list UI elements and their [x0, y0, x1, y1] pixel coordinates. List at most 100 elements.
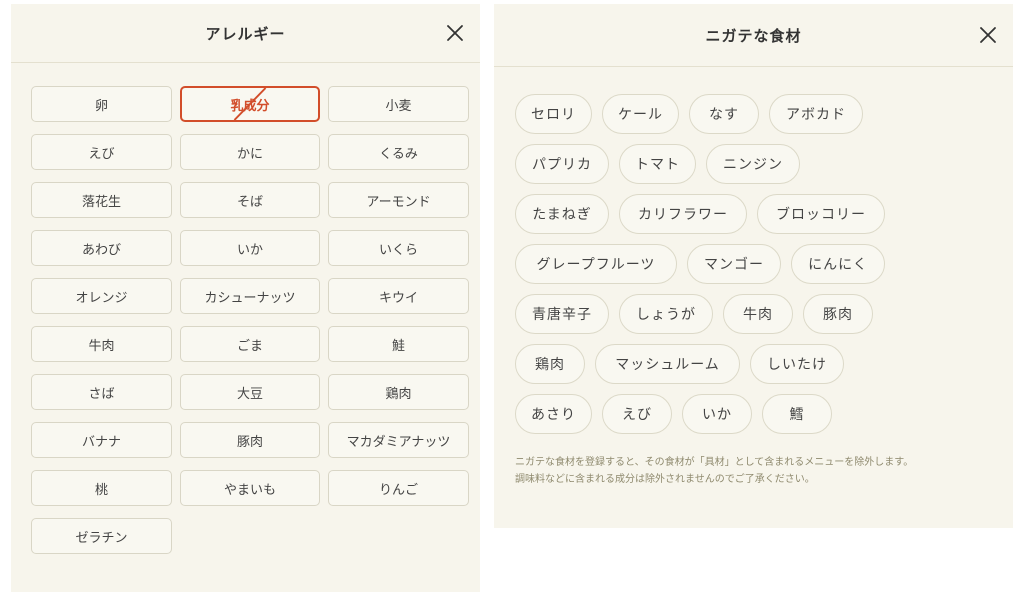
allergy-item-label: くるみ — [379, 146, 418, 162]
allergy-item[interactable]: 鮭 — [328, 326, 469, 362]
allergy-item[interactable]: 大豆 — [180, 374, 320, 410]
food-chip[interactable]: あさり — [515, 394, 592, 434]
food-chip[interactable]: ケール — [602, 94, 679, 134]
allergy-header: アレルギー — [11, 4, 480, 63]
food-chip[interactable]: マッシュルーム — [595, 344, 740, 384]
disliked-header: ニガテな食材 — [494, 4, 1013, 67]
allergy-item-label: 落花生 — [81, 194, 121, 210]
chip-row: たまねぎ カリフラワー ブロッコリー — [515, 194, 995, 234]
allergy-item[interactable]: やまいも — [180, 470, 320, 506]
allergy-item[interactable]: あわび — [31, 230, 172, 266]
allergy-item-label: 桃 — [94, 482, 108, 498]
allergy-item[interactable]: ごま — [180, 326, 320, 362]
allergy-item-label: りんご — [378, 482, 418, 498]
allergy-item[interactable]: かに — [180, 134, 320, 170]
allergy-item-label: やまいも — [223, 482, 276, 498]
food-chip[interactable]: えび — [602, 394, 672, 434]
allergy-item[interactable]: 牛肉 — [31, 326, 172, 362]
allergy-item[interactable]: アーモンド — [328, 182, 469, 218]
allergy-item-label: 卵 — [94, 98, 108, 114]
food-chip[interactable]: 青唐辛子 — [515, 294, 609, 334]
allergy-item-label: かに — [236, 146, 263, 162]
food-chip[interactable]: いか — [682, 394, 752, 434]
chip-row: 鶏肉 マッシュルーム しいたけ — [515, 344, 995, 384]
allergy-close-button[interactable] — [444, 22, 466, 44]
food-chip[interactable]: ニンジン — [706, 144, 800, 184]
allergy-item-label: いくら — [378, 242, 418, 258]
food-chip[interactable]: トマト — [619, 144, 696, 184]
allergy-item-label: バナナ — [81, 434, 121, 450]
allergy-item-label: さば — [88, 386, 115, 402]
note-line-1: ニガテな食材を登録すると、その食材が「具材」として含まれるメニューを除外します。 — [515, 457, 914, 468]
allergy-grid: 卵 乳成分 小麦えび かに くるみ落花生 そば アーモンドあわび いか いくらオレンジ カシューナ… — [31, 86, 469, 554]
allergy-title: アレルギー — [205, 24, 286, 43]
food-chip[interactable]: しょうが — [619, 294, 713, 334]
food-chip[interactable]: にんにく — [791, 244, 885, 284]
allergy-item-label: 小麦 — [385, 98, 412, 114]
allergy-item[interactable]: くるみ — [328, 134, 469, 170]
food-chip[interactable]: アボカド — [769, 94, 863, 134]
allergy-item-label: そば — [236, 194, 263, 210]
allergy-item-label: 乳成分 — [230, 98, 270, 114]
allergy-item[interactable]: 落花生 — [31, 182, 172, 218]
food-chip[interactable]: たまねぎ — [515, 194, 609, 234]
allergy-item-label: 鶏肉 — [385, 386, 412, 402]
allergy-item[interactable]: オレンジ — [31, 278, 172, 314]
disliked-food-panel: ニガテな食材 セロリ ケール なす アボカド パプリカ トマト ニンジン たまねぎ カリフラワー… — [494, 4, 1013, 528]
allergy-item[interactable]: 鶏肉 — [328, 374, 469, 410]
food-chip[interactable]: パプリカ — [515, 144, 609, 184]
chip-row: セロリ ケール なす アボカド — [515, 94, 995, 134]
allergy-item[interactable]: 乳成分 — [180, 86, 320, 122]
food-chip[interactable]: 鱈 — [762, 394, 832, 434]
allergy-item[interactable]: りんご — [328, 470, 469, 506]
allergy-item-label: カシューナッツ — [204, 290, 296, 306]
allergy-item[interactable]: いか — [180, 230, 320, 266]
allergy-item[interactable]: さば — [31, 374, 172, 410]
close-icon — [980, 27, 996, 43]
food-chip[interactable]: マンゴー — [687, 244, 781, 284]
allergy-item[interactable]: キウイ — [328, 278, 469, 314]
note-line-2: 調味料などに含まれる成分は除外されませんのでご了承ください。 — [515, 474, 815, 485]
allergy-item-label: 豚肉 — [236, 434, 263, 450]
food-chip[interactable]: 牛肉 — [723, 294, 793, 334]
allergy-item-label: 牛肉 — [88, 338, 115, 354]
allergy-item-label: オレンジ — [75, 290, 128, 306]
allergy-panel: アレルギー 卵 乳成分 小麦えび かに くるみ落花生 そば アーモンドあわび いか いくらオレン… — [11, 4, 480, 592]
allergy-item-label: キウイ — [378, 290, 418, 306]
food-chip[interactable]: なす — [689, 94, 759, 134]
allergy-item-label: ごま — [236, 338, 263, 354]
allergy-item-label: えび — [88, 146, 115, 162]
allergy-item[interactable]: バナナ — [31, 422, 172, 458]
allergy-item-label: 鮭 — [391, 338, 405, 354]
allergy-item[interactable]: えび — [31, 134, 172, 170]
chip-row: パプリカ トマト ニンジン — [515, 144, 995, 184]
chip-row: 青唐辛子 しょうが 牛肉 豚肉 — [515, 294, 995, 334]
food-chip[interactable]: 鶏肉 — [515, 344, 585, 384]
food-chip[interactable]: ブロッコリー — [757, 194, 885, 234]
allergy-item[interactable]: そば — [180, 182, 320, 218]
food-chip[interactable]: セロリ — [515, 94, 592, 134]
disliked-close-button[interactable] — [977, 24, 999, 46]
allergy-item[interactable]: いくら — [328, 230, 469, 266]
allergy-item[interactable]: マカダミアナッツ — [328, 422, 469, 458]
allergy-item[interactable]: カシューナッツ — [180, 278, 320, 314]
allergy-item-label: 大豆 — [236, 386, 263, 402]
disliked-note: ニガテな食材を登録すると、その食材が「具材」として含まれるメニューを除外します。… — [515, 454, 995, 488]
food-chip[interactable]: グレープフルーツ — [515, 244, 677, 284]
allergy-item-label: いか — [236, 242, 263, 258]
close-icon — [447, 25, 463, 41]
allergy-item[interactable]: 小麦 — [328, 86, 469, 122]
allergy-item-label: アーモンド — [366, 194, 431, 210]
food-chip[interactable]: 豚肉 — [803, 294, 873, 334]
allergy-item-label: あわび — [81, 242, 121, 258]
allergy-item[interactable]: 豚肉 — [180, 422, 320, 458]
allergy-item[interactable]: 卵 — [31, 86, 172, 122]
food-chip[interactable]: しいたけ — [750, 344, 844, 384]
allergy-item-label: マカダミアナッツ — [346, 434, 451, 450]
chip-row: グレープフルーツ マンゴー にんにく — [515, 244, 995, 284]
disliked-title: ニガテな食材 — [705, 26, 802, 45]
food-chip[interactable]: カリフラワー — [619, 194, 747, 234]
allergy-item[interactable]: ゼラチン — [31, 518, 172, 554]
disliked-chip-area: セロリ ケール なす アボカド パプリカ トマト ニンジン たまねぎ カリフラワー ブロッコリーグ… — [515, 94, 995, 444]
allergy-item[interactable]: 桃 — [31, 470, 172, 506]
